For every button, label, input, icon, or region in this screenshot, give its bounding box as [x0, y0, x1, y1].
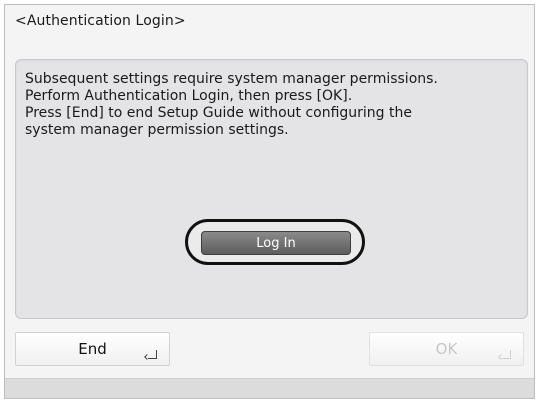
login-highlight-ring: Log In — [185, 219, 365, 265]
enter-icon — [502, 350, 511, 359]
log-in-button[interactable]: Log In — [201, 231, 351, 255]
setup-guide-screen: <Authentication Login> Subsequent settin… — [4, 4, 535, 399]
ok-button[interactable]: OK — [369, 332, 524, 366]
enter-icon — [148, 350, 157, 359]
instruction-text: Subsequent settings require system manag… — [25, 71, 438, 138]
status-bar — [5, 378, 534, 398]
page-title: <Authentication Login> — [15, 13, 186, 29]
message-panel: Subsequent settings require system manag… — [15, 59, 528, 319]
end-button[interactable]: End — [15, 332, 170, 366]
log-in-label: Log In — [256, 235, 296, 251]
